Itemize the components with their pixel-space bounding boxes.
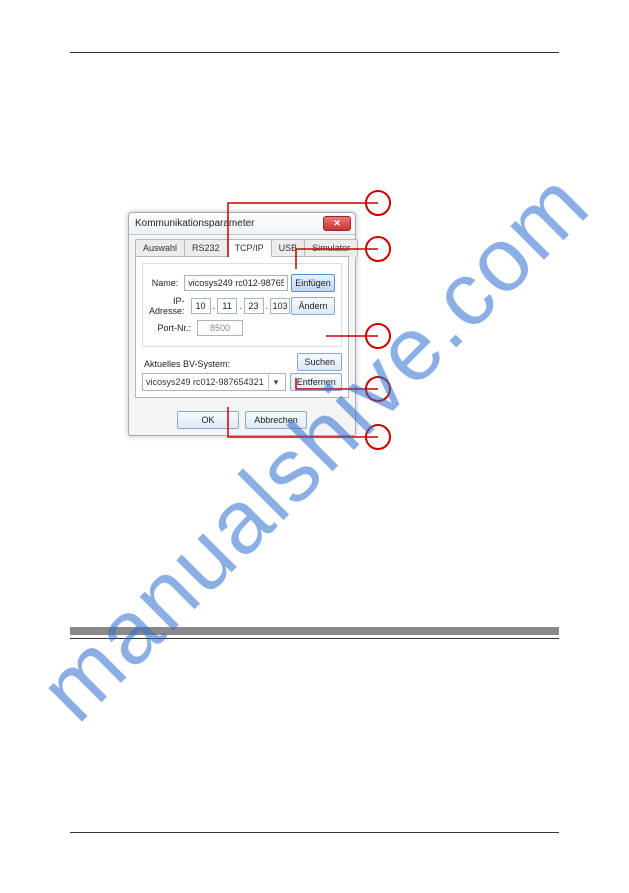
label-port: Port-Nr.: — [149, 323, 197, 333]
tab-tcpip[interactable]: TCP/IP — [227, 239, 272, 257]
tab-panel-tcpip: Name: vicosys249 rc012-987654321 Einfüge… — [135, 256, 349, 398]
page-rule-mid-thin — [70, 638, 559, 639]
page-rule-top — [70, 52, 559, 53]
input-port-value: 8500 — [210, 323, 230, 333]
ip-octet-4[interactable]: 103 — [270, 298, 290, 314]
ip-octet-3[interactable]: 23 — [244, 298, 264, 314]
remove-button[interactable]: Entfernen — [290, 373, 342, 391]
input-name-value: vicosys249 rc012-987654321 — [188, 278, 284, 288]
cancel-button[interactable]: Abbrechen — [245, 411, 307, 429]
page-rule-mid-thick — [70, 627, 559, 635]
ip-dot: . — [266, 301, 269, 311]
close-button[interactable]: ✕ — [323, 216, 351, 231]
tab-usb[interactable]: USB — [271, 239, 306, 257]
insert-button[interactable]: Einfügen — [291, 274, 335, 292]
callout-circle-3 — [365, 323, 391, 349]
input-port[interactable]: 8500 — [197, 320, 243, 336]
ip-octet-1[interactable]: 10 — [191, 298, 211, 314]
label-current-system: Aktuelles BV-System: — [144, 359, 230, 369]
page-rule-bottom — [70, 832, 559, 833]
tab-rs232[interactable]: RS232 — [184, 239, 228, 257]
dialog-titlebar: Kommunikationsparameter ✕ — [129, 213, 355, 235]
callout-circle-4 — [365, 376, 391, 402]
ip-input-group: 10 . 11 . 23 . 103 — [191, 298, 291, 314]
callout-circle-2 — [365, 236, 391, 262]
row-name: Name: vicosys249 rc012-987654321 Einfüge… — [149, 274, 335, 292]
close-icon: ✕ — [333, 218, 341, 229]
dialog-title: Kommunikationsparameter — [133, 218, 323, 229]
ip-octet-2[interactable]: 11 — [217, 298, 237, 314]
tab-simulator[interactable]: Simulator — [304, 239, 358, 257]
callout-circle-5 — [365, 424, 391, 450]
dialog-communication-parameters: Kommunikationsparameter ✕ Auswahl RS232 … — [128, 212, 356, 436]
callout-circle-1 — [365, 190, 391, 216]
ip-dot: . — [213, 301, 216, 311]
callout-leaders — [0, 0, 629, 893]
system-combobox-value: vicosys249 rc012-987654321 — [146, 377, 264, 387]
ok-button[interactable]: OK — [177, 411, 239, 429]
change-button[interactable]: Ändern — [291, 297, 335, 315]
input-name[interactable]: vicosys249 rc012-987654321 — [184, 275, 288, 291]
tab-auswahl[interactable]: Auswahl — [135, 239, 185, 257]
ip-dot: . — [239, 301, 242, 311]
search-button[interactable]: Suchen — [297, 353, 342, 371]
system-combobox[interactable]: vicosys249 rc012-987654321 ▾ — [142, 373, 286, 391]
tabstrip: Auswahl RS232 TCP/IP USB Simulator — [129, 235, 355, 257]
chevron-down-icon: ▾ — [268, 374, 282, 390]
label-name: Name: — [149, 278, 184, 288]
dialog-button-row: OK Abbrechen — [129, 405, 355, 435]
connection-group: Name: vicosys249 rc012-987654321 Einfüge… — [142, 263, 342, 347]
label-ip: IP-Adresse: — [149, 296, 191, 316]
row-ip: IP-Adresse: 10 . 11 . 23 . 103 Ändern — [149, 296, 335, 316]
row-port: Port-Nr.: 8500 — [149, 320, 335, 336]
